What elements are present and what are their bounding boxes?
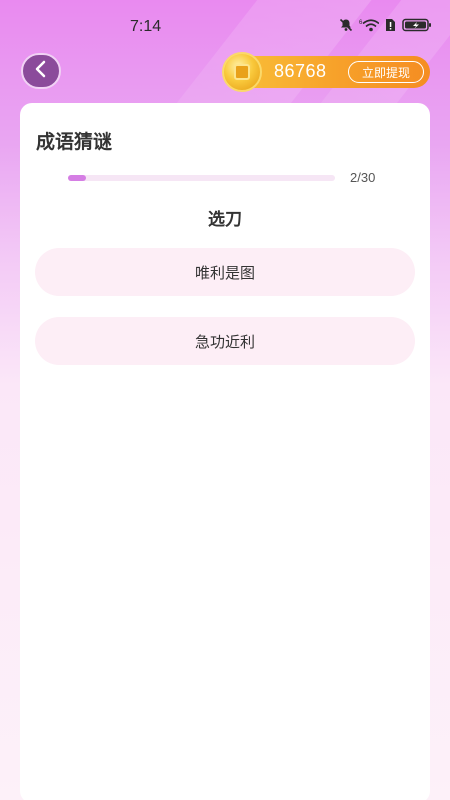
battery-icon <box>402 18 432 32</box>
coin-amount: 86768 <box>274 61 327 81</box>
sim-alert-icon <box>385 18 396 32</box>
page-title: 成语猜谜 <box>36 131 113 153</box>
progress-text: 2/30 <box>350 170 376 185</box>
progress-fill <box>68 175 86 181</box>
back-button[interactable] <box>21 53 61 89</box>
wifi-icon: 6 <box>359 18 379 32</box>
chevron-left-icon <box>33 60 49 82</box>
answer-option[interactable]: 急功近利 <box>35 317 415 365</box>
status-icons: 6 <box>339 18 432 32</box>
mute-icon <box>339 18 353 32</box>
answer-option[interactable]: 唯利是图 <box>35 248 415 296</box>
svg-text:6: 6 <box>359 20 363 26</box>
coin-icon <box>222 52 262 92</box>
coin-balance-pill: 86768 立即提现 <box>222 52 430 92</box>
question-text: 选刀 <box>208 210 242 230</box>
quiz-card: 成语猜谜 2/30 选刀 唯利是图 急功近利 <box>20 103 430 800</box>
withdraw-button[interactable]: 立即提现 <box>348 61 424 83</box>
status-bar: 7:14 6 <box>0 0 450 56</box>
progress-bar <box>68 175 335 181</box>
status-time: 7:14 <box>130 18 162 35</box>
